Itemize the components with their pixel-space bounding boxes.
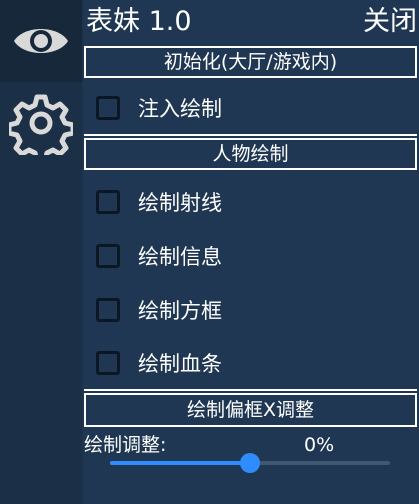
- eye-icon: [14, 29, 68, 53]
- checkbox-row-health[interactable]: 绘制血条: [84, 341, 419, 385]
- divider: [84, 389, 417, 391]
- close-button[interactable]: 关闭: [363, 2, 417, 42]
- slider-fill: [110, 461, 250, 465]
- section-init: 初始化(大厅/游戏内): [84, 46, 417, 78]
- checkbox-row-inject[interactable]: 注入绘制: [84, 86, 419, 130]
- inject-label: 注入绘制: [138, 97, 222, 121]
- sidebar: [0, 0, 82, 504]
- inject-checkbox[interactable]: [96, 96, 120, 120]
- ray-checkbox[interactable]: [96, 190, 120, 214]
- health-label: 绘制血条: [138, 352, 222, 376]
- health-checkbox[interactable]: [96, 351, 120, 375]
- box-label: 绘制方框: [138, 299, 222, 323]
- title-bar: 表妹 1.0 关闭: [84, 0, 419, 46]
- tab-visuals[interactable]: [0, 0, 82, 82]
- section-character: 人物绘制: [84, 138, 417, 170]
- info-checkbox[interactable]: [96, 244, 120, 268]
- divider: [84, 134, 417, 136]
- checkbox-row-box[interactable]: 绘制方框: [84, 288, 419, 332]
- gear-icon: [9, 94, 73, 155]
- checkbox-row-info[interactable]: 绘制信息: [84, 234, 419, 278]
- adjust-value: 0%: [304, 434, 335, 456]
- box-checkbox[interactable]: [96, 298, 120, 322]
- slider-thumb[interactable]: [240, 453, 260, 473]
- checkbox-row-ray[interactable]: 绘制射线: [84, 180, 419, 224]
- adjust-label: 绘制调整:: [84, 434, 167, 456]
- menu-title: 表妹 1.0: [86, 6, 192, 37]
- tab-settings[interactable]: [0, 82, 82, 164]
- menu-panel: 表妹 1.0 关闭 初始化(大厅/游戏内) 注入绘制 人物绘制 绘制射线 绘制信…: [84, 0, 419, 504]
- section-offset: 绘制偏框X调整: [84, 393, 417, 427]
- ray-label: 绘制射线: [138, 191, 222, 215]
- adjust-slider[interactable]: [110, 453, 390, 473]
- info-label: 绘制信息: [138, 245, 222, 269]
